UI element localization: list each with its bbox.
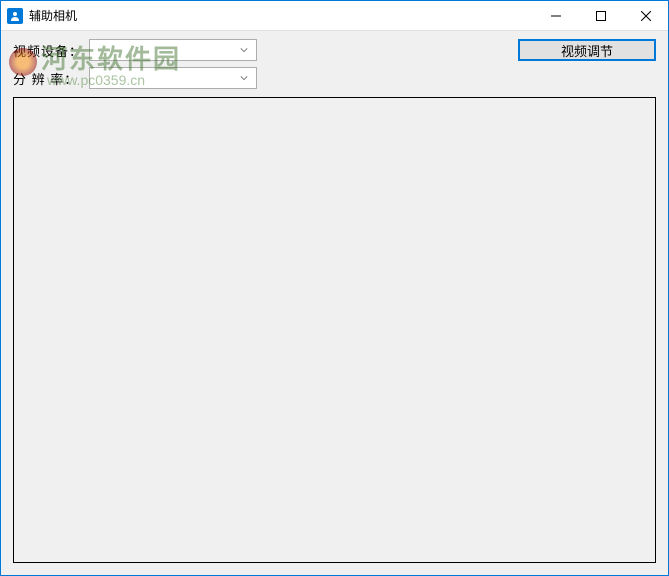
form-rows: 视频设备： 分 辨 率： bbox=[13, 39, 656, 89]
titlebar[interactable]: 辅助相机 bbox=[1, 1, 668, 31]
window-controls bbox=[533, 1, 668, 30]
chevron-down-icon bbox=[236, 74, 252, 82]
application-window: 辅助相机 河东软件园 www.pc0359.cn 视频调节 视频设备： bbox=[0, 0, 669, 576]
resolution-label: 分 辨 率： bbox=[13, 69, 85, 88]
app-icon bbox=[7, 8, 23, 24]
video-device-label: 视频设备： bbox=[13, 41, 85, 60]
minimize-button[interactable] bbox=[533, 1, 578, 30]
video-device-combo[interactable] bbox=[89, 39, 257, 61]
video-preview-area bbox=[13, 97, 656, 563]
video-device-row: 视频设备： bbox=[13, 39, 656, 61]
resolution-combo[interactable] bbox=[89, 67, 257, 89]
content-area: 河东软件园 www.pc0359.cn 视频调节 视频设备： 分 辨 率： bbox=[1, 31, 668, 575]
close-button[interactable] bbox=[623, 1, 668, 30]
window-title: 辅助相机 bbox=[29, 7, 533, 24]
chevron-down-icon bbox=[236, 46, 252, 54]
maximize-button[interactable] bbox=[578, 1, 623, 30]
resolution-row: 分 辨 率： bbox=[13, 67, 656, 89]
